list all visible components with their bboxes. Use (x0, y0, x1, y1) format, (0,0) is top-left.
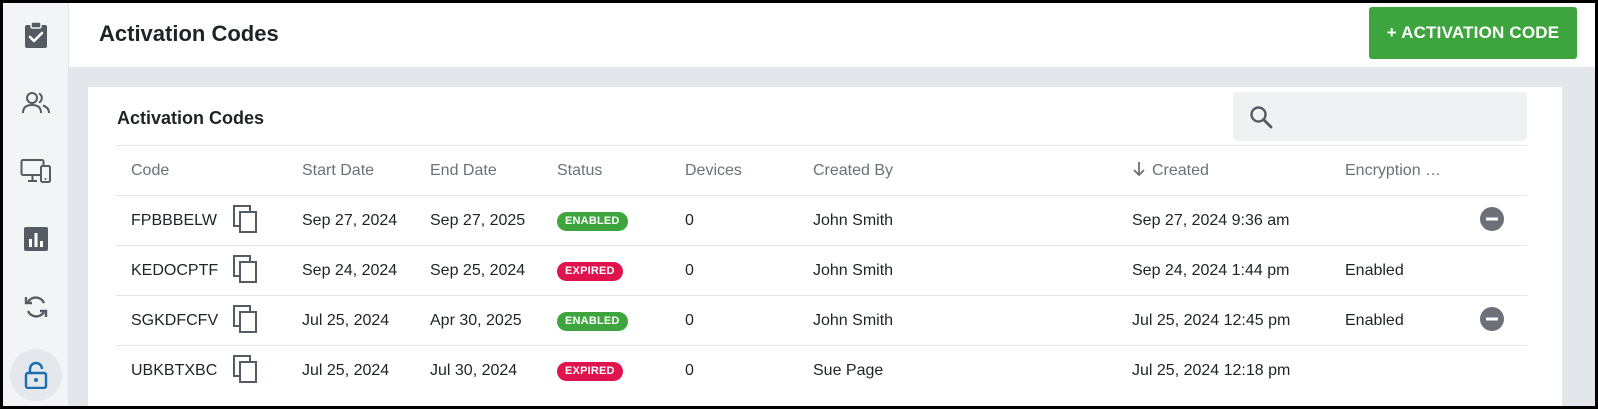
status-cell: EXPIRED (557, 246, 623, 296)
copy-code-button[interactable] (232, 196, 258, 246)
column-header-encryption[interactable]: Encryption … (1345, 146, 1441, 196)
column-header-devices[interactable]: Devices (685, 146, 742, 196)
status-cell: ENABLED (557, 196, 628, 246)
copy-code-button[interactable] (232, 296, 258, 346)
created-by-cell: Sue Page (813, 362, 884, 379)
sidebar (3, 3, 69, 406)
encryption-cell: Enabled (1345, 262, 1404, 279)
column-header-end-date[interactable]: End Date (430, 146, 497, 196)
search-box[interactable] (1233, 92, 1527, 141)
minus-circle-icon (1479, 206, 1505, 237)
start-date-cell: Sep 24, 2024 (302, 262, 398, 279)
lock-icon (24, 361, 48, 389)
code-cell: SGKDFCFV (131, 312, 219, 329)
column-header-status[interactable]: Status (557, 146, 602, 196)
sync-icon (23, 293, 49, 321)
created-by-cell: John Smith (813, 212, 894, 229)
remove-code-button[interactable] (1479, 296, 1505, 346)
sort-descending-icon (1132, 161, 1146, 182)
end-date-cell: Apr 30, 2025 (430, 312, 522, 329)
devices-cell: 0 (685, 262, 694, 279)
copy-icon (232, 304, 258, 338)
clipboard-check-icon (23, 21, 49, 49)
card-title: Activation Codes (117, 108, 265, 128)
copy-code-button[interactable] (232, 346, 258, 396)
start-date-cell: Jul 25, 2024 (302, 362, 390, 379)
devices-icon (20, 157, 52, 185)
devices-cell: 0 (685, 362, 694, 379)
page-title: Activation Codes (99, 21, 279, 46)
search-input[interactable] (1289, 92, 1519, 141)
copy-icon (232, 204, 258, 238)
sidebar-item-users[interactable] (10, 77, 62, 129)
code-cell: UBKBTXBC (131, 362, 218, 379)
table-row: FPBBBELW Sep 27, 2024 Sep 27, 2025 ENABL… (116, 195, 1527, 245)
table-row: KEDOCPTF Sep 24, 2024 Sep 25, 2024 EXPIR… (116, 245, 1527, 295)
sidebar-item-reports[interactable] (10, 213, 62, 265)
activation-codes-card: Activation Codes Code Start Date End Dat… (88, 87, 1562, 406)
table-header-row: Code Start Date End Date Status Devices … (116, 145, 1527, 195)
status-cell: EXPIRED (557, 346, 623, 396)
sidebar-item-sync[interactable] (10, 281, 62, 333)
created-cell: Sep 24, 2024 1:44 pm (1132, 262, 1290, 279)
table-row: SGKDFCFV Jul 25, 2024 Apr 30, 2025 ENABL… (116, 295, 1527, 345)
column-header-start-date[interactable]: Start Date (302, 146, 374, 196)
status-cell: ENABLED (557, 296, 628, 346)
status-badge: ENABLED (557, 311, 628, 331)
status-badge: EXPIRED (557, 261, 623, 281)
created-cell: Jul 25, 2024 12:45 pm (1132, 312, 1291, 329)
activation-codes-table: Code Start Date End Date Status Devices … (116, 145, 1527, 395)
minus-circle-icon (1479, 306, 1505, 337)
end-date-cell: Sep 27, 2025 (430, 212, 526, 229)
column-header-code[interactable]: Code (131, 146, 169, 196)
devices-cell: 0 (685, 212, 694, 229)
copy-code-button[interactable] (232, 246, 258, 296)
bar-chart-icon (23, 226, 49, 252)
add-activation-code-button[interactable]: + ACTIVATION CODE (1369, 7, 1577, 59)
code-cell: KEDOCPTF (131, 262, 219, 279)
status-badge: ENABLED (557, 211, 628, 231)
devices-cell: 0 (685, 312, 694, 329)
search-icon (1249, 105, 1273, 134)
end-date-cell: Jul 30, 2024 (430, 362, 518, 379)
created-by-cell: John Smith (813, 262, 894, 279)
created-cell: Sep 27, 2024 9:36 am (1132, 212, 1290, 229)
copy-icon (232, 354, 258, 388)
table-row: UBKBTXBC Jul 25, 2024 Jul 30, 2024 EXPIR… (116, 345, 1527, 395)
created-by-cell: John Smith (813, 312, 894, 329)
column-header-created[interactable]: Created (1132, 146, 1209, 196)
column-header-created-label: Created (1152, 162, 1209, 179)
page-header: Activation Codes + ACTIVATION CODE (69, 3, 1595, 67)
users-icon (21, 91, 51, 115)
sidebar-item-tasks[interactable] (10, 9, 62, 61)
encryption-cell: Enabled (1345, 312, 1404, 329)
sidebar-item-activation-codes[interactable] (10, 349, 62, 401)
start-date-cell: Sep 27, 2024 (302, 212, 398, 229)
code-cell: FPBBBELW (131, 212, 217, 229)
remove-code-button[interactable] (1479, 196, 1505, 246)
app-frame: Activation Codes + ACTIVATION CODE Activ… (0, 0, 1598, 409)
status-badge: EXPIRED (557, 361, 623, 381)
created-cell: Jul 25, 2024 12:18 pm (1132, 362, 1291, 379)
end-date-cell: Sep 25, 2024 (430, 262, 526, 279)
sidebar-item-devices[interactable] (10, 145, 62, 197)
column-header-created-by[interactable]: Created By (813, 146, 893, 196)
copy-icon (232, 254, 258, 288)
start-date-cell: Jul 25, 2024 (302, 312, 390, 329)
